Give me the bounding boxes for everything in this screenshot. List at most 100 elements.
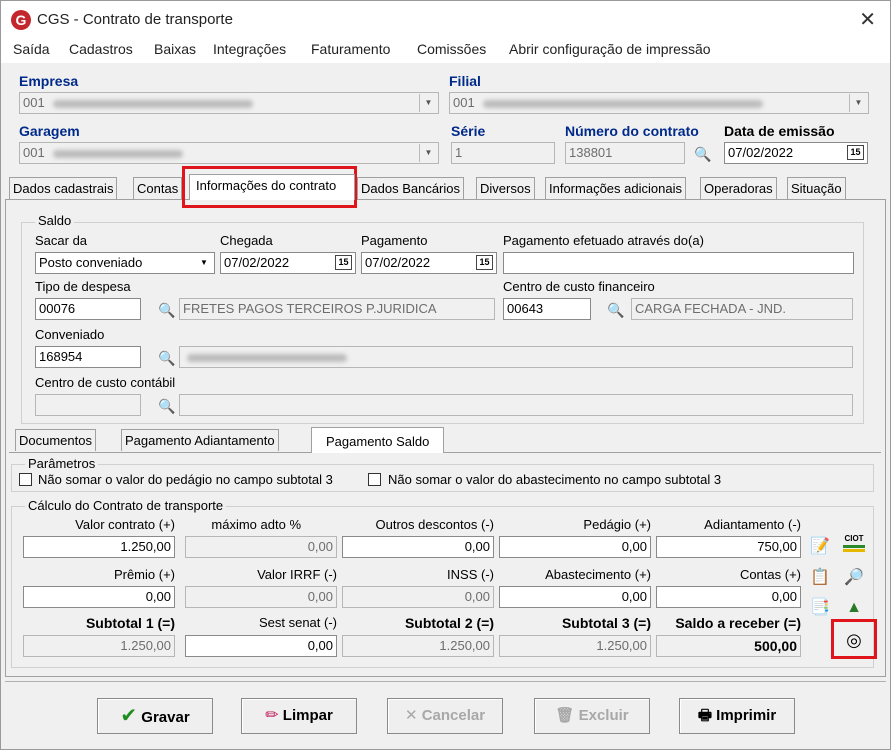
binoculars-icon[interactable]: 🔍 — [607, 302, 624, 319]
inss-field: 0,00 — [342, 586, 494, 608]
broom-icon: ✏ — [265, 707, 279, 724]
chegada-value: 07/02/2022 — [224, 255, 290, 270]
garagem-label: Garagem — [19, 123, 80, 139]
imprimir-label: Imprimir — [716, 707, 777, 724]
outros-descontos-field[interactable]: 0,00 — [342, 536, 494, 558]
menu-faturamento[interactable]: Faturamento — [311, 41, 390, 57]
garagem-select[interactable]: 001 ▼ — [19, 142, 439, 164]
document-list-icon[interactable]: 📋 — [809, 567, 831, 589]
subtab-pagamento-saldo[interactable]: Pagamento Saldo — [311, 427, 445, 453]
data-emissao-label: Data de emissão — [724, 123, 835, 139]
chevron-down-icon[interactable]: ▼ — [195, 254, 213, 272]
tab-informacoes-contrato[interactable]: Informações do contrato — [189, 174, 355, 200]
conveniado-code[interactable]: 168954 — [35, 346, 141, 368]
tab-diversos[interactable]: Diversos — [476, 177, 535, 199]
adiantamento-field[interactable]: 750,00 — [656, 536, 801, 558]
calendar-icon[interactable]: 15 — [476, 255, 493, 270]
menu-saida[interactable]: Saída — [13, 41, 50, 57]
pedagio-label: Pedágio (+) — [583, 517, 651, 532]
window-title: CGS - Contrato de transporte — [37, 11, 233, 28]
ciot-icon-label: CIOT — [844, 534, 864, 543]
highlight-coins-icon — [831, 619, 877, 659]
data-emissao-field[interactable]: 07/02/2022 15 — [724, 142, 868, 164]
valor-contrato-label: Valor contrato (+) — [75, 517, 175, 532]
ccf-desc: CARGA FECHADA - JND. — [631, 298, 853, 320]
binoculars-icon[interactable]: 🔍 — [694, 146, 711, 163]
copy-documents-icon[interactable]: 📑 — [809, 597, 831, 619]
subtab-documentos[interactable]: Documentos — [15, 429, 96, 451]
tab-dados-cadastrais[interactable]: Dados cadastrais — [9, 177, 118, 199]
limpar-button[interactable]: ✏ Limpar — [241, 698, 357, 734]
printer-icon: 🖶 — [697, 707, 712, 724]
tab-contas[interactable]: Contas — [133, 177, 183, 199]
chevron-down-icon[interactable]: ▼ — [419, 144, 437, 162]
binoculars-icon[interactable]: 🔍 — [158, 350, 175, 367]
tipo-despesa-desc: FRETES PAGOS TERCEIROS P.JURIDICA — [179, 298, 495, 320]
close-icon[interactable]: ✕ — [859, 7, 876, 32]
menu-cadastros[interactable]: Cadastros — [69, 41, 133, 57]
subtotal2-label: Subtotal 2 (=) — [404, 615, 494, 631]
imprimir-button[interactable]: 🖶 Imprimir — [679, 698, 795, 734]
tab-informacoes-adicionais[interactable]: Informações adicionais — [545, 177, 686, 199]
adiantamento-label: Adiantamento (-) — [704, 517, 801, 532]
outros-descontos-label: Outros descontos (-) — [375, 517, 495, 532]
serie-field[interactable]: 1 — [451, 142, 555, 164]
serie-label: Série — [451, 123, 486, 139]
abastecimento-field[interactable]: 0,00 — [499, 586, 651, 608]
checkmark-icon: ✔ — [120, 705, 138, 727]
pagamento-via-field[interactable] — [503, 252, 854, 274]
maximo-adto-field: 0,00 — [185, 536, 337, 558]
saldo-receber-label: Saldo a receber (=) — [675, 615, 801, 631]
filial-select[interactable]: 001 ▼ — [449, 92, 869, 114]
binoculars-icon[interactable]: 🔍 — [158, 302, 175, 319]
premio-field[interactable]: 0,00 — [23, 586, 175, 608]
saldo-group-title: Saldo — [35, 213, 75, 228]
conveniado-label: Conveniado — [35, 327, 105, 342]
redacted-text — [52, 99, 253, 108]
app-logo-icon: G — [11, 10, 31, 30]
contas-field[interactable]: 0,00 — [656, 586, 801, 608]
tipo-despesa-code[interactable]: 00076 — [35, 298, 141, 320]
tab-dados-bancarios[interactable]: Dados Bancários — [357, 177, 464, 199]
chk-nao-somar-pedagio[interactable] — [19, 473, 32, 486]
menu-abrir-config-impressao[interactable]: Abrir configuração de impressão — [509, 41, 711, 57]
tab-operadoras[interactable]: Operadoras — [700, 177, 777, 199]
search-document-icon[interactable]: 🔎 — [843, 567, 865, 589]
menu-comissoes[interactable]: Comissões — [417, 41, 486, 57]
menu-baixas[interactable]: Baixas — [154, 41, 196, 57]
excluir-button[interactable]: 🗑 Excluir — [534, 698, 650, 734]
cancelar-button[interactable]: ✕ Cancelar — [387, 698, 503, 734]
pedagio-field[interactable]: 0,00 — [499, 536, 651, 558]
empresa-label: Empresa — [19, 73, 79, 89]
calendar-icon[interactable]: 15 — [335, 255, 352, 270]
chevron-down-icon[interactable]: ▼ — [849, 94, 867, 112]
sest-senat-field[interactable]: 0,00 — [185, 635, 337, 657]
gravar-label: Gravar — [141, 709, 190, 726]
triangle-logo-icon[interactable]: ▲ — [843, 597, 865, 619]
gravar-button[interactable]: ✔ Gravar — [97, 698, 213, 734]
empresa-select[interactable]: 001 ▼ — [19, 92, 439, 114]
ciot-icon[interactable]: CIOT — [843, 534, 865, 556]
numero-contrato-field[interactable]: 138801 — [565, 142, 685, 164]
numero-contrato-label: Número do contrato — [565, 123, 699, 139]
pagamento-label: Pagamento — [361, 233, 428, 248]
calendar-icon[interactable]: 15 — [847, 145, 864, 160]
document-edit-icon[interactable]: 📝 — [809, 536, 831, 558]
pagamento-field[interactable]: 07/02/2022 15 — [361, 252, 497, 274]
data-emissao-value: 07/02/2022 — [728, 145, 794, 160]
menu-integracoes[interactable]: Integrações — [213, 41, 286, 57]
tab-situacao[interactable]: Situação — [787, 177, 846, 199]
subtab-pagamento-adiantamento[interactable]: Pagamento Adiantamento — [121, 429, 279, 451]
chk-nao-somar-abastecimento[interactable] — [368, 473, 381, 486]
inss-label: INSS (-) — [447, 567, 494, 582]
garagem-value: 001 — [23, 145, 45, 160]
chevron-down-icon[interactable]: ▼ — [419, 94, 437, 112]
limpar-label: Limpar — [282, 707, 333, 724]
sacar-da-select[interactable]: Posto conveniado ▼ — [35, 252, 215, 274]
saldo-receber-field: 500,00 — [656, 635, 801, 657]
ccf-code[interactable]: 00643 — [503, 298, 591, 320]
chegada-field[interactable]: 07/02/2022 15 — [220, 252, 356, 274]
valor-contrato-field[interactable]: 1.250,00 — [23, 536, 175, 558]
redacted-text — [482, 99, 763, 108]
bottom-separator — [5, 681, 886, 682]
